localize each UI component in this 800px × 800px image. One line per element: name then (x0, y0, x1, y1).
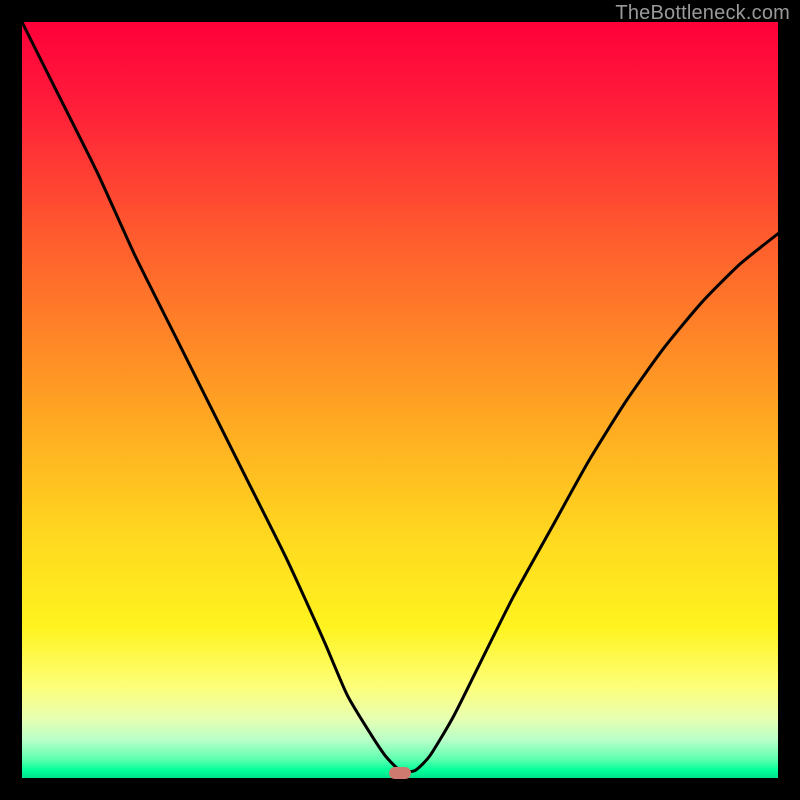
plot-area (22, 22, 778, 778)
bottleneck-curve (22, 22, 778, 778)
optimal-marker (389, 767, 411, 779)
chart-frame: TheBottleneck.com (0, 0, 800, 800)
